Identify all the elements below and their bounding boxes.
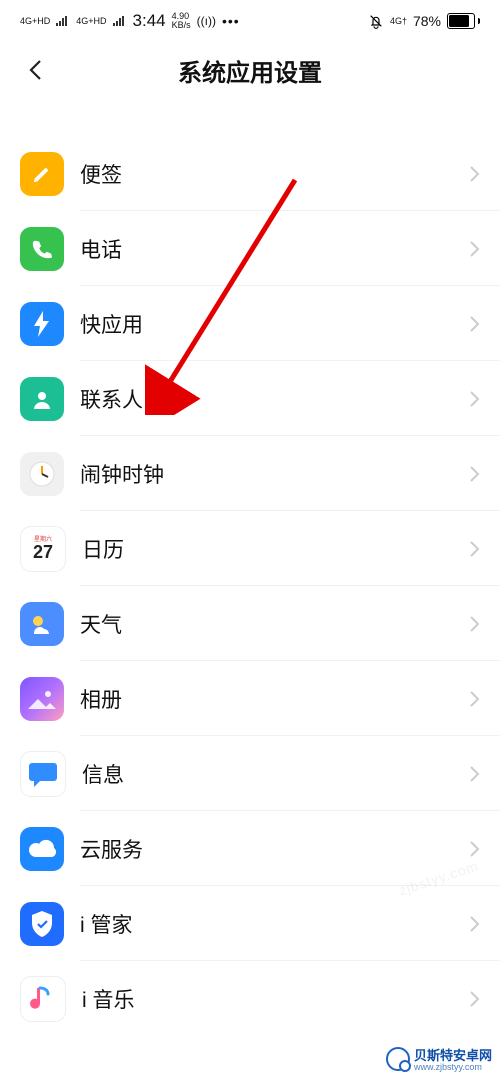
more-icon: ••• <box>222 13 240 29</box>
contacts-icon <box>20 377 64 421</box>
battery-icon <box>447 13 480 29</box>
back-button[interactable] <box>22 56 50 84</box>
chevron-right-icon <box>468 539 480 559</box>
signal-1: 4G+HD <box>20 17 50 26</box>
row-label: 相册 <box>80 684 468 714</box>
chevron-right-icon <box>468 689 480 709</box>
row-label: 电话 <box>80 234 468 264</box>
row-label: 快应用 <box>80 309 468 339</box>
album-icon <box>20 677 64 721</box>
calendar-icon: 星期六 27 <box>20 526 66 572</box>
row-quickapp[interactable]: 快应用 <box>0 286 500 361</box>
row-label: 云服务 <box>80 834 468 864</box>
battery-percent: 78% <box>413 13 441 29</box>
watermark-url: www.zjbstyy.com <box>414 1062 492 1072</box>
hotspot-icon: ((ı)) <box>197 14 216 28</box>
notes-icon <box>20 152 64 196</box>
chevron-right-icon <box>468 839 480 859</box>
net-type: 4G† <box>390 17 407 26</box>
phone-icon <box>20 227 64 271</box>
row-notes[interactable]: 便签 <box>0 136 500 211</box>
row-label: 联系人 <box>80 384 468 414</box>
signal-bars-icon <box>113 15 127 27</box>
watermark-brand: 贝斯特安卓网 <box>414 1048 492 1063</box>
row-message[interactable]: 信息 <box>0 736 500 811</box>
nav-bar: 系统应用设置 <box>0 42 500 98</box>
status-right: 4G† 78% <box>368 13 480 29</box>
chevron-right-icon <box>468 914 480 934</box>
clock-time: 3:44 <box>133 11 166 31</box>
signal-2: 4G+HD <box>76 17 106 26</box>
row-label: i 管家 <box>80 909 468 939</box>
row-label: 日历 <box>82 534 468 564</box>
watermark: 贝斯特安卓网 www.zjbstyy.com <box>386 1045 492 1072</box>
row-label: 天气 <box>80 609 468 639</box>
row-calendar[interactable]: 星期六 27 日历 <box>0 511 500 586</box>
row-clock[interactable]: 闹钟时钟 <box>0 436 500 511</box>
net-speed: 4.90 KB/s <box>172 12 191 30</box>
chevron-right-icon <box>468 389 480 409</box>
chevron-right-icon <box>468 989 480 1009</box>
chevron-right-icon <box>468 314 480 334</box>
cloud-icon <box>20 827 64 871</box>
status-bar: 4G+HD 4G+HD 3:44 4.90 KB/s ((ı)) ••• 4G†… <box>0 0 500 42</box>
manager-icon <box>20 902 64 946</box>
page-title: 系统应用设置 <box>0 53 500 88</box>
row-weather[interactable]: 天气 <box>0 586 500 661</box>
dnd-bell-icon <box>368 13 384 29</box>
chevron-right-icon <box>468 164 480 184</box>
chevron-right-icon <box>468 464 480 484</box>
row-music[interactable]: i 音乐 <box>0 961 500 1036</box>
chevron-right-icon <box>468 614 480 634</box>
music-icon <box>20 976 66 1022</box>
message-icon <box>20 751 66 797</box>
row-label: 便签 <box>80 159 468 189</box>
row-album[interactable]: 相册 <box>0 661 500 736</box>
chevron-left-icon <box>27 58 45 82</box>
settings-list: 便签 电话 快应用 联系人 闹钟时钟 星期六 27 日历 <box>0 136 500 1036</box>
weather-icon <box>20 602 64 646</box>
row-contacts[interactable]: 联系人 <box>0 361 500 436</box>
clock-icon <box>20 452 64 496</box>
watermark-icon <box>386 1047 410 1071</box>
chevron-right-icon <box>468 239 480 259</box>
chevron-right-icon <box>468 764 480 784</box>
row-manager[interactable]: i 管家 <box>0 886 500 961</box>
quickapp-icon <box>20 302 64 346</box>
signal-bars-icon <box>56 15 70 27</box>
row-label: i 音乐 <box>82 984 468 1014</box>
status-left: 4G+HD 4G+HD 3:44 4.90 KB/s ((ı)) ••• <box>20 11 240 31</box>
row-label: 闹钟时钟 <box>80 459 468 489</box>
row-phone[interactable]: 电话 <box>0 211 500 286</box>
row-label: 信息 <box>82 759 468 789</box>
